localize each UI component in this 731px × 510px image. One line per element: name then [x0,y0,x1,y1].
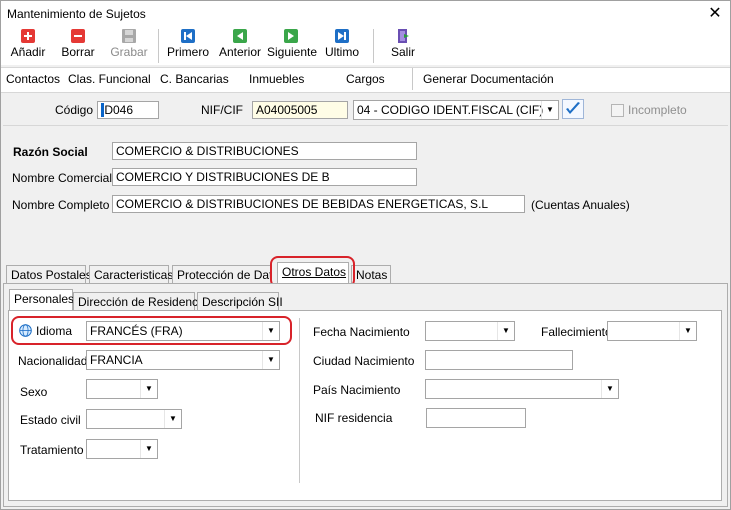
add-button[interactable]: Añadir [9,29,47,59]
previous-record-icon [233,29,247,43]
menu-contactos[interactable]: Contactos [6,72,60,86]
validate-nif-button[interactable] [562,99,584,119]
tratamiento-label: Tratamiento [20,443,84,457]
nacionalidad-value: FRANCIA [90,353,143,367]
fallecimiento-select[interactable]: ▼ [607,321,697,341]
menu-cargos[interactable]: Cargos [346,72,385,86]
idioma-highlight [11,316,292,345]
toolbar: Añadir Borrar Grabar Primero Anterior Si… [1,27,730,65]
tratamiento-select[interactable]: ▼ [86,439,158,459]
codigo-field[interactable]: D046 [97,101,159,119]
chevron-down-icon: ▼ [262,351,279,369]
nif-type-select[interactable]: 04 - CODIGO IDENT.FISCAL (CIF) ▼ [353,100,559,120]
previous-label: Anterior [219,45,262,59]
nif-label: NIF/CIF [201,103,243,117]
save-icon [122,29,136,43]
window-title: Mantenimiento de Sujetos [7,7,146,21]
incompleto-label: Incompleto [628,103,687,117]
delete-icon [71,29,85,43]
pais-nacimiento-select[interactable]: ▼ [425,379,619,399]
nombre-comercial-label: Nombre Comercial [12,171,113,185]
cuentas-anuales-note: (Cuentas Anuales) [531,198,630,212]
last-record-icon [335,29,349,43]
chevron-down-icon: ▼ [541,101,558,119]
chevron-down-icon: ▼ [679,322,696,340]
nif-residencia-field[interactable] [426,408,526,428]
previous-button[interactable]: Anterior [219,29,261,59]
title-bar: Mantenimiento de Sujetos ✕ [1,1,730,27]
first-label: Primero [167,45,210,59]
nombre-completo-label: Nombre Completo [12,198,110,212]
add-label: Añadir [10,45,46,59]
first-record-icon [181,29,195,43]
save-label: Grabar [110,45,148,59]
menu-generar-documentacion[interactable]: Generar Documentación [423,72,554,86]
menu-clas-funcional[interactable]: Clas. Funcional [68,72,151,86]
nif-field[interactable]: A04005005 [252,101,348,119]
add-icon [21,29,35,43]
ciudad-nacimiento-label: Ciudad Nacimiento [313,354,415,368]
toolbar-separator [158,29,159,63]
subtab-descripcion-sii[interactable]: Descripción SII [197,292,283,311]
chevron-down-icon: ▼ [164,410,181,428]
last-button[interactable]: Ultimo [323,29,361,59]
nif-residencia-label: NIF residencia [315,411,393,425]
delete-button[interactable]: Borrar [59,29,97,59]
subtab-direccion-residencia[interactable]: Dirección de Residencia [73,292,207,311]
codigo-label: Código [55,103,94,117]
codigo-value: D046 [104,103,134,117]
tab-caracteristicas[interactable]: Caracteristicas [89,265,173,284]
razon-social-label: Razón Social [13,145,88,159]
next-record-icon [284,29,298,43]
sexo-label: Sexo [20,385,48,399]
save-button[interactable]: Grabar [109,29,149,59]
tab-notas[interactable]: Notas [351,265,391,284]
first-button[interactable]: Primero [167,29,209,59]
pais-nacimiento-label: País Nacimiento [313,383,401,397]
chevron-down-icon: ▼ [497,322,514,340]
chevron-down-icon: ▼ [601,380,618,398]
nif-type-value: 04 - CODIGO IDENT.FISCAL (CIF) [357,103,544,117]
exit-button[interactable]: Salir [389,29,417,59]
menu-separator [412,68,413,90]
ciudad-nacimiento-field[interactable] [425,350,573,370]
next-label: Siguiente [267,45,318,59]
fecha-nacimiento-label: Fecha Nacimiento [313,325,410,339]
nacionalidad-select[interactable]: FRANCIA ▼ [86,350,280,370]
toolbar-separator [373,29,374,63]
nacionalidad-label: Nacionalidad [18,354,88,368]
last-label: Ultimo [324,45,359,59]
tab-proteccion-de-datos[interactable]: Protección de Datos [172,265,272,284]
razon-social-field[interactable]: COMERCIO & DISTRIBUCIONES [112,142,417,160]
nombre-comercial-field[interactable]: COMERCIO Y DISTRIBUCIONES DE B [112,168,417,186]
estado-civil-label: Estado civil [20,413,81,427]
chevron-down-icon: ▼ [140,380,157,398]
column-divider [299,318,300,483]
delete-label: Borrar [61,45,95,59]
nombre-completo-field[interactable]: COMERCIO & DISTRIBUCIONES DE BEBIDAS ENE… [112,195,525,213]
sexo-select[interactable]: ▼ [86,379,158,399]
tab-datos-postales[interactable]: Datos Postales [6,265,92,284]
chevron-down-icon: ▼ [140,440,157,458]
subtab-personales[interactable]: Personales [9,289,74,311]
validate-check-icon [566,102,580,114]
estado-civil-select[interactable]: ▼ [86,409,182,429]
incompleto-checkbox[interactable] [611,104,624,117]
menu-bar: Contactos Clas. Funcional C. Bancarias I… [1,67,730,93]
menu-inmuebles[interactable]: Inmuebles [249,72,304,86]
fecha-nacimiento-select[interactable]: ▼ [425,321,515,341]
exit-label: Salir [390,45,415,59]
exit-door-icon [396,29,410,43]
close-button[interactable]: ✕ [703,3,727,25]
window: Mantenimiento de Sujetos ✕ Añadir Borrar… [0,0,731,510]
menu-c-bancarias[interactable]: C. Bancarias [160,72,229,86]
fallecimiento-label: Fallecimiento [541,325,612,339]
next-button[interactable]: Siguiente [267,29,318,59]
